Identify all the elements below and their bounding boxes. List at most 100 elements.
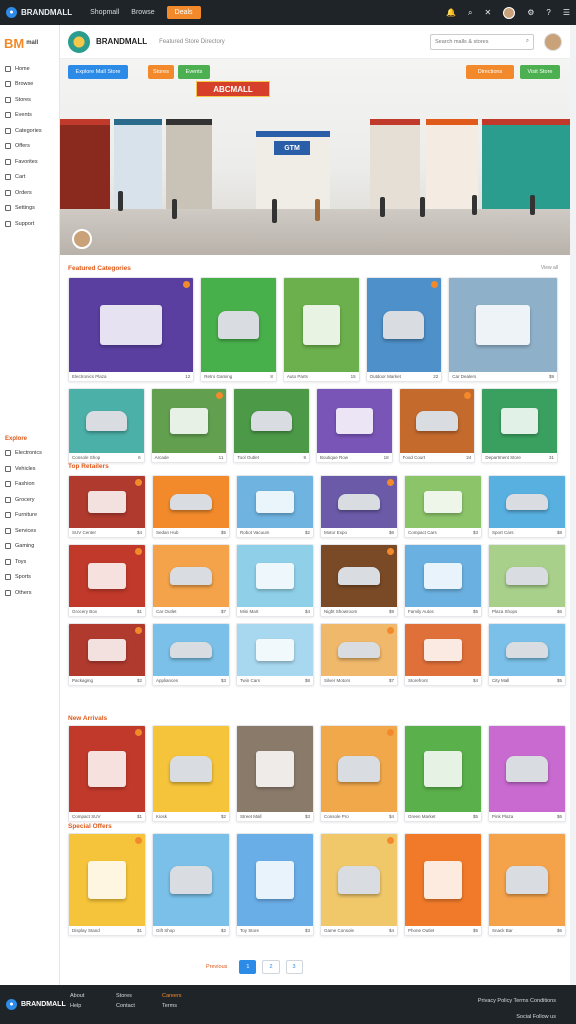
sidebar-item[interactable]: Electronics xyxy=(0,446,59,462)
product-thumbnail[interactable] xyxy=(153,545,229,607)
sidebar-item[interactable]: Services xyxy=(0,523,59,539)
product-thumbnail[interactable] xyxy=(69,545,145,607)
product-card[interactable]: Packaging $2 xyxy=(68,623,146,686)
brand[interactable]: ● BRANDMALL xyxy=(6,7,72,18)
product-card[interactable]: Arcade 11 xyxy=(150,388,228,463)
product-thumbnail[interactable] xyxy=(449,278,557,372)
product-thumbnail[interactable] xyxy=(405,834,481,926)
product-card[interactable]: Mini Mart $4 xyxy=(236,544,314,617)
product-thumbnail[interactable] xyxy=(366,278,442,372)
settings-icon[interactable]: ⚙ xyxy=(527,8,534,17)
sidebar-item[interactable]: Events xyxy=(0,108,59,124)
product-card[interactable]: Auto Parts 15 xyxy=(282,277,360,382)
product-thumbnail[interactable] xyxy=(69,834,145,926)
product-card[interactable]: Car Outlet $7 xyxy=(152,544,230,617)
product-thumbnail[interactable] xyxy=(321,834,397,926)
product-card[interactable]: Outdoor Market 22 xyxy=(365,277,443,382)
sidebar-item[interactable]: Categories xyxy=(0,123,59,139)
footer-link[interactable]: Stores xyxy=(116,993,156,999)
product-card[interactable]: Green Market $5 xyxy=(404,725,482,822)
hero-agent-avatar[interactable] xyxy=(72,229,92,249)
product-card[interactable]: City Mall $5 xyxy=(488,623,566,686)
notification-icon[interactable]: 🔔 xyxy=(446,8,456,17)
product-card[interactable]: Robot Vacuum $2 xyxy=(236,475,314,538)
product-card[interactable]: Family Autos $5 xyxy=(404,544,482,617)
visit-store-button[interactable]: Visit Store xyxy=(520,65,560,79)
favorite-badge-icon[interactable] xyxy=(135,729,142,736)
product-card[interactable]: Retro Gaming 8 xyxy=(200,277,277,382)
sidebar-item[interactable]: Favorites xyxy=(0,154,59,170)
product-card[interactable]: Storefront $4 xyxy=(404,623,482,686)
sidebar-item[interactable]: Vehicles xyxy=(0,461,59,477)
product-card[interactable]: Grocery Box $1 xyxy=(68,544,146,617)
sidebar-item[interactable]: Sports xyxy=(0,570,59,586)
header-logo[interactable] xyxy=(68,30,90,53)
product-thumbnail[interactable] xyxy=(321,726,397,812)
product-thumbnail[interactable] xyxy=(237,726,313,812)
sidebar-item[interactable]: Toys xyxy=(0,554,59,570)
sidebar-item[interactable]: Furniture xyxy=(0,508,59,524)
product-thumbnail[interactable] xyxy=(321,545,397,607)
user-avatar[interactable] xyxy=(544,32,562,51)
favorite-badge-icon[interactable] xyxy=(387,729,394,736)
product-thumbnail[interactable] xyxy=(482,389,557,453)
sidebar-item[interactable]: Others xyxy=(0,585,59,601)
product-card[interactable]: Night Showroom $9 xyxy=(320,544,398,617)
product-thumbnail[interactable] xyxy=(405,726,481,812)
favorite-badge-icon[interactable] xyxy=(135,479,142,486)
menu-icon[interactable]: ☰ xyxy=(563,8,570,17)
product-thumbnail[interactable] xyxy=(489,545,565,607)
footer-legal[interactable]: Privacy Policy Terms Conditions xyxy=(478,993,556,1009)
sidebar-item[interactable]: Stores xyxy=(0,92,59,108)
favorite-badge-icon[interactable] xyxy=(387,627,394,634)
product-card[interactable]: Toy Store $3 xyxy=(236,833,314,936)
sidebar-item[interactable]: Settings xyxy=(0,201,59,217)
favorite-badge-icon[interactable] xyxy=(464,392,472,399)
favorite-badge-icon[interactable] xyxy=(387,479,394,486)
nav-item-deals[interactable]: Deals xyxy=(166,6,201,19)
pagination-page-1[interactable]: 1 xyxy=(239,960,257,974)
product-thumbnail[interactable] xyxy=(153,624,229,676)
search-input[interactable]: Search malls & stores ⌕ xyxy=(430,33,534,50)
help-icon[interactable]: ? xyxy=(546,8,550,17)
search-icon[interactable]: ⌕ xyxy=(526,38,529,45)
product-thumbnail[interactable] xyxy=(234,389,309,453)
favorite-badge-icon[interactable] xyxy=(135,837,142,844)
footer-link[interactable]: Help xyxy=(70,1003,110,1009)
favorite-badge-icon[interactable] xyxy=(135,548,142,555)
directions-button[interactable]: Directions xyxy=(466,65,514,79)
search-icon[interactable]: ⌕ xyxy=(468,8,472,18)
stores-button[interactable]: Stores xyxy=(148,65,174,79)
sidebar-logo[interactable]: BM mall xyxy=(0,25,59,61)
product-thumbnail[interactable] xyxy=(69,278,194,372)
product-thumbnail[interactable] xyxy=(237,834,313,926)
pagination-page-3[interactable]: 3 xyxy=(285,960,303,974)
product-card[interactable]: Game Console $4 xyxy=(320,833,398,936)
product-card[interactable]: Appliances $3 xyxy=(152,623,230,686)
product-card[interactable]: Motor Expo $6 xyxy=(320,475,398,538)
product-card[interactable]: Compact Cars $3 xyxy=(404,475,482,538)
product-card[interactable]: Phone Outlet $5 xyxy=(404,833,482,936)
product-thumbnail[interactable] xyxy=(153,726,229,812)
product-thumbnail[interactable] xyxy=(237,545,313,607)
sidebar-item[interactable]: Home xyxy=(0,61,59,77)
product-card[interactable]: Sport Cars $8 xyxy=(488,475,566,538)
product-card[interactable]: Snack Bar $6 xyxy=(488,833,566,936)
view-all-link[interactable]: View all xyxy=(541,265,558,271)
footer-link-highlight[interactable]: Careers xyxy=(162,993,202,999)
favorite-badge-icon[interactable] xyxy=(387,548,394,555)
favorite-badge-icon[interactable] xyxy=(431,281,439,288)
product-thumbnail[interactable] xyxy=(489,624,565,676)
product-card[interactable]: Console Pro $4 xyxy=(320,725,398,822)
product-card[interactable]: Tool Outlet 9 xyxy=(233,388,310,463)
sidebar-item[interactable]: Offers xyxy=(0,139,59,155)
favorite-badge-icon[interactable] xyxy=(183,281,191,288)
sidebar-item[interactable]: Support xyxy=(0,216,59,232)
pagination-prev[interactable]: Previous xyxy=(200,961,233,973)
product-card[interactable]: Twin Cars $8 xyxy=(236,623,314,686)
product-card[interactable]: Compact SUV $1 xyxy=(68,725,146,822)
sidebar-item[interactable]: Orders xyxy=(0,185,59,201)
footer-social[interactable]: Social Follow us xyxy=(478,1009,556,1024)
nav-item-browse[interactable]: Browse xyxy=(131,9,154,16)
footer-link[interactable]: About xyxy=(70,993,110,999)
